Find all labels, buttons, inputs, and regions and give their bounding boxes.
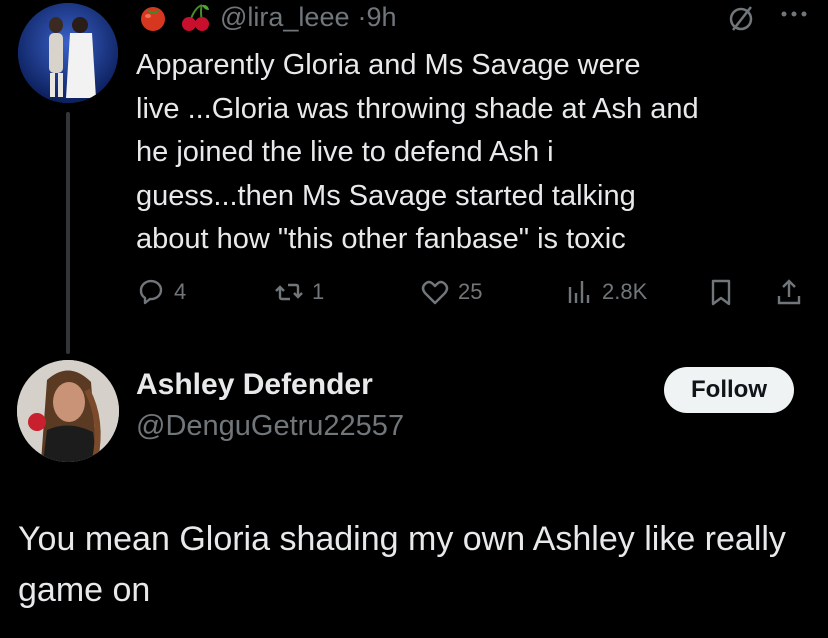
tweet-time[interactable]: 9h [366, 2, 396, 33]
repost-button[interactable]: 1 [274, 274, 324, 310]
display-name[interactable]: Ashley Defender [136, 368, 373, 402]
repost-count: 1 [312, 279, 325, 304]
tomato-emoji [136, 2, 170, 32]
reply-icon [139, 279, 163, 305]
heart-icon [421, 280, 449, 305]
author-handle[interactable]: @lira_leee [220, 2, 349, 33]
views-icon [568, 281, 590, 303]
share-icon [777, 279, 801, 305]
user-avatar[interactable] [18, 3, 118, 103]
like-count: 25 [458, 279, 483, 304]
thread-line [66, 112, 70, 354]
separator-dot: · [357, 1, 367, 32]
tweet-header: @lira_leee · 9h [136, 0, 397, 34]
mute-icon[interactable] [726, 4, 756, 34]
bookmark-icon [711, 279, 731, 306]
reply-button[interactable]: 4 [136, 274, 186, 310]
views-button[interactable]: 2.8K [564, 274, 647, 310]
user-handle[interactable]: @DenguGetru22557 [136, 410, 404, 443]
cherries-emoji [178, 2, 212, 32]
more-options-icon[interactable] [776, 4, 812, 24]
reply-count: 4 [174, 279, 187, 304]
views-count: 2.8K [602, 279, 648, 304]
tweet-text: You mean Gloria shading my own Ashley li… [18, 520, 786, 609]
user-avatar[interactable] [17, 360, 119, 462]
like-button[interactable]: 25 [420, 274, 482, 310]
follow-button[interactable]: Follow [664, 367, 794, 413]
share-button[interactable] [774, 274, 804, 310]
repost-icon [275, 283, 303, 301]
tweet-text: Apparently Gloria and Ms Savage were liv… [136, 49, 699, 255]
bookmark-button[interactable] [706, 274, 736, 310]
tweet-actions: 4 1 25 2.8K [136, 274, 816, 310]
